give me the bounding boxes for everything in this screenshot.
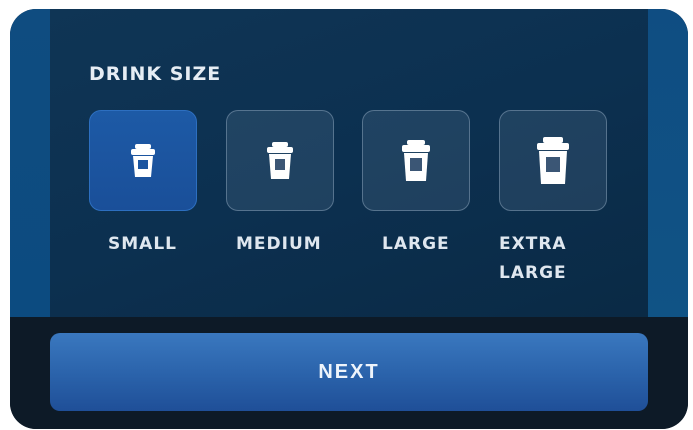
size-option-medium[interactable] [226,110,334,211]
left-edge-strip [10,9,50,317]
cup-icon-extra-large [534,136,572,186]
size-option-extra-large[interactable] [499,110,607,211]
section-title: DRINK SIZE [89,63,222,85]
cup-icon-large [399,139,433,183]
cup-icon-medium [264,141,296,181]
device-frame: DRINK SIZE SMALL MEDIUM LARGE EXTRA LARG… [10,9,688,429]
next-button[interactable]: NEXT [50,333,648,411]
size-option-small[interactable] [89,110,197,211]
size-label-small: SMALL [108,234,177,254]
size-label-large: LARGE [382,234,450,254]
right-edge-strip [648,9,688,317]
size-label-extra-large: EXTRA LARGE [499,234,567,283]
size-label-medium: MEDIUM [236,234,322,254]
size-option-large[interactable] [362,110,470,211]
cup-icon-small [128,143,158,179]
